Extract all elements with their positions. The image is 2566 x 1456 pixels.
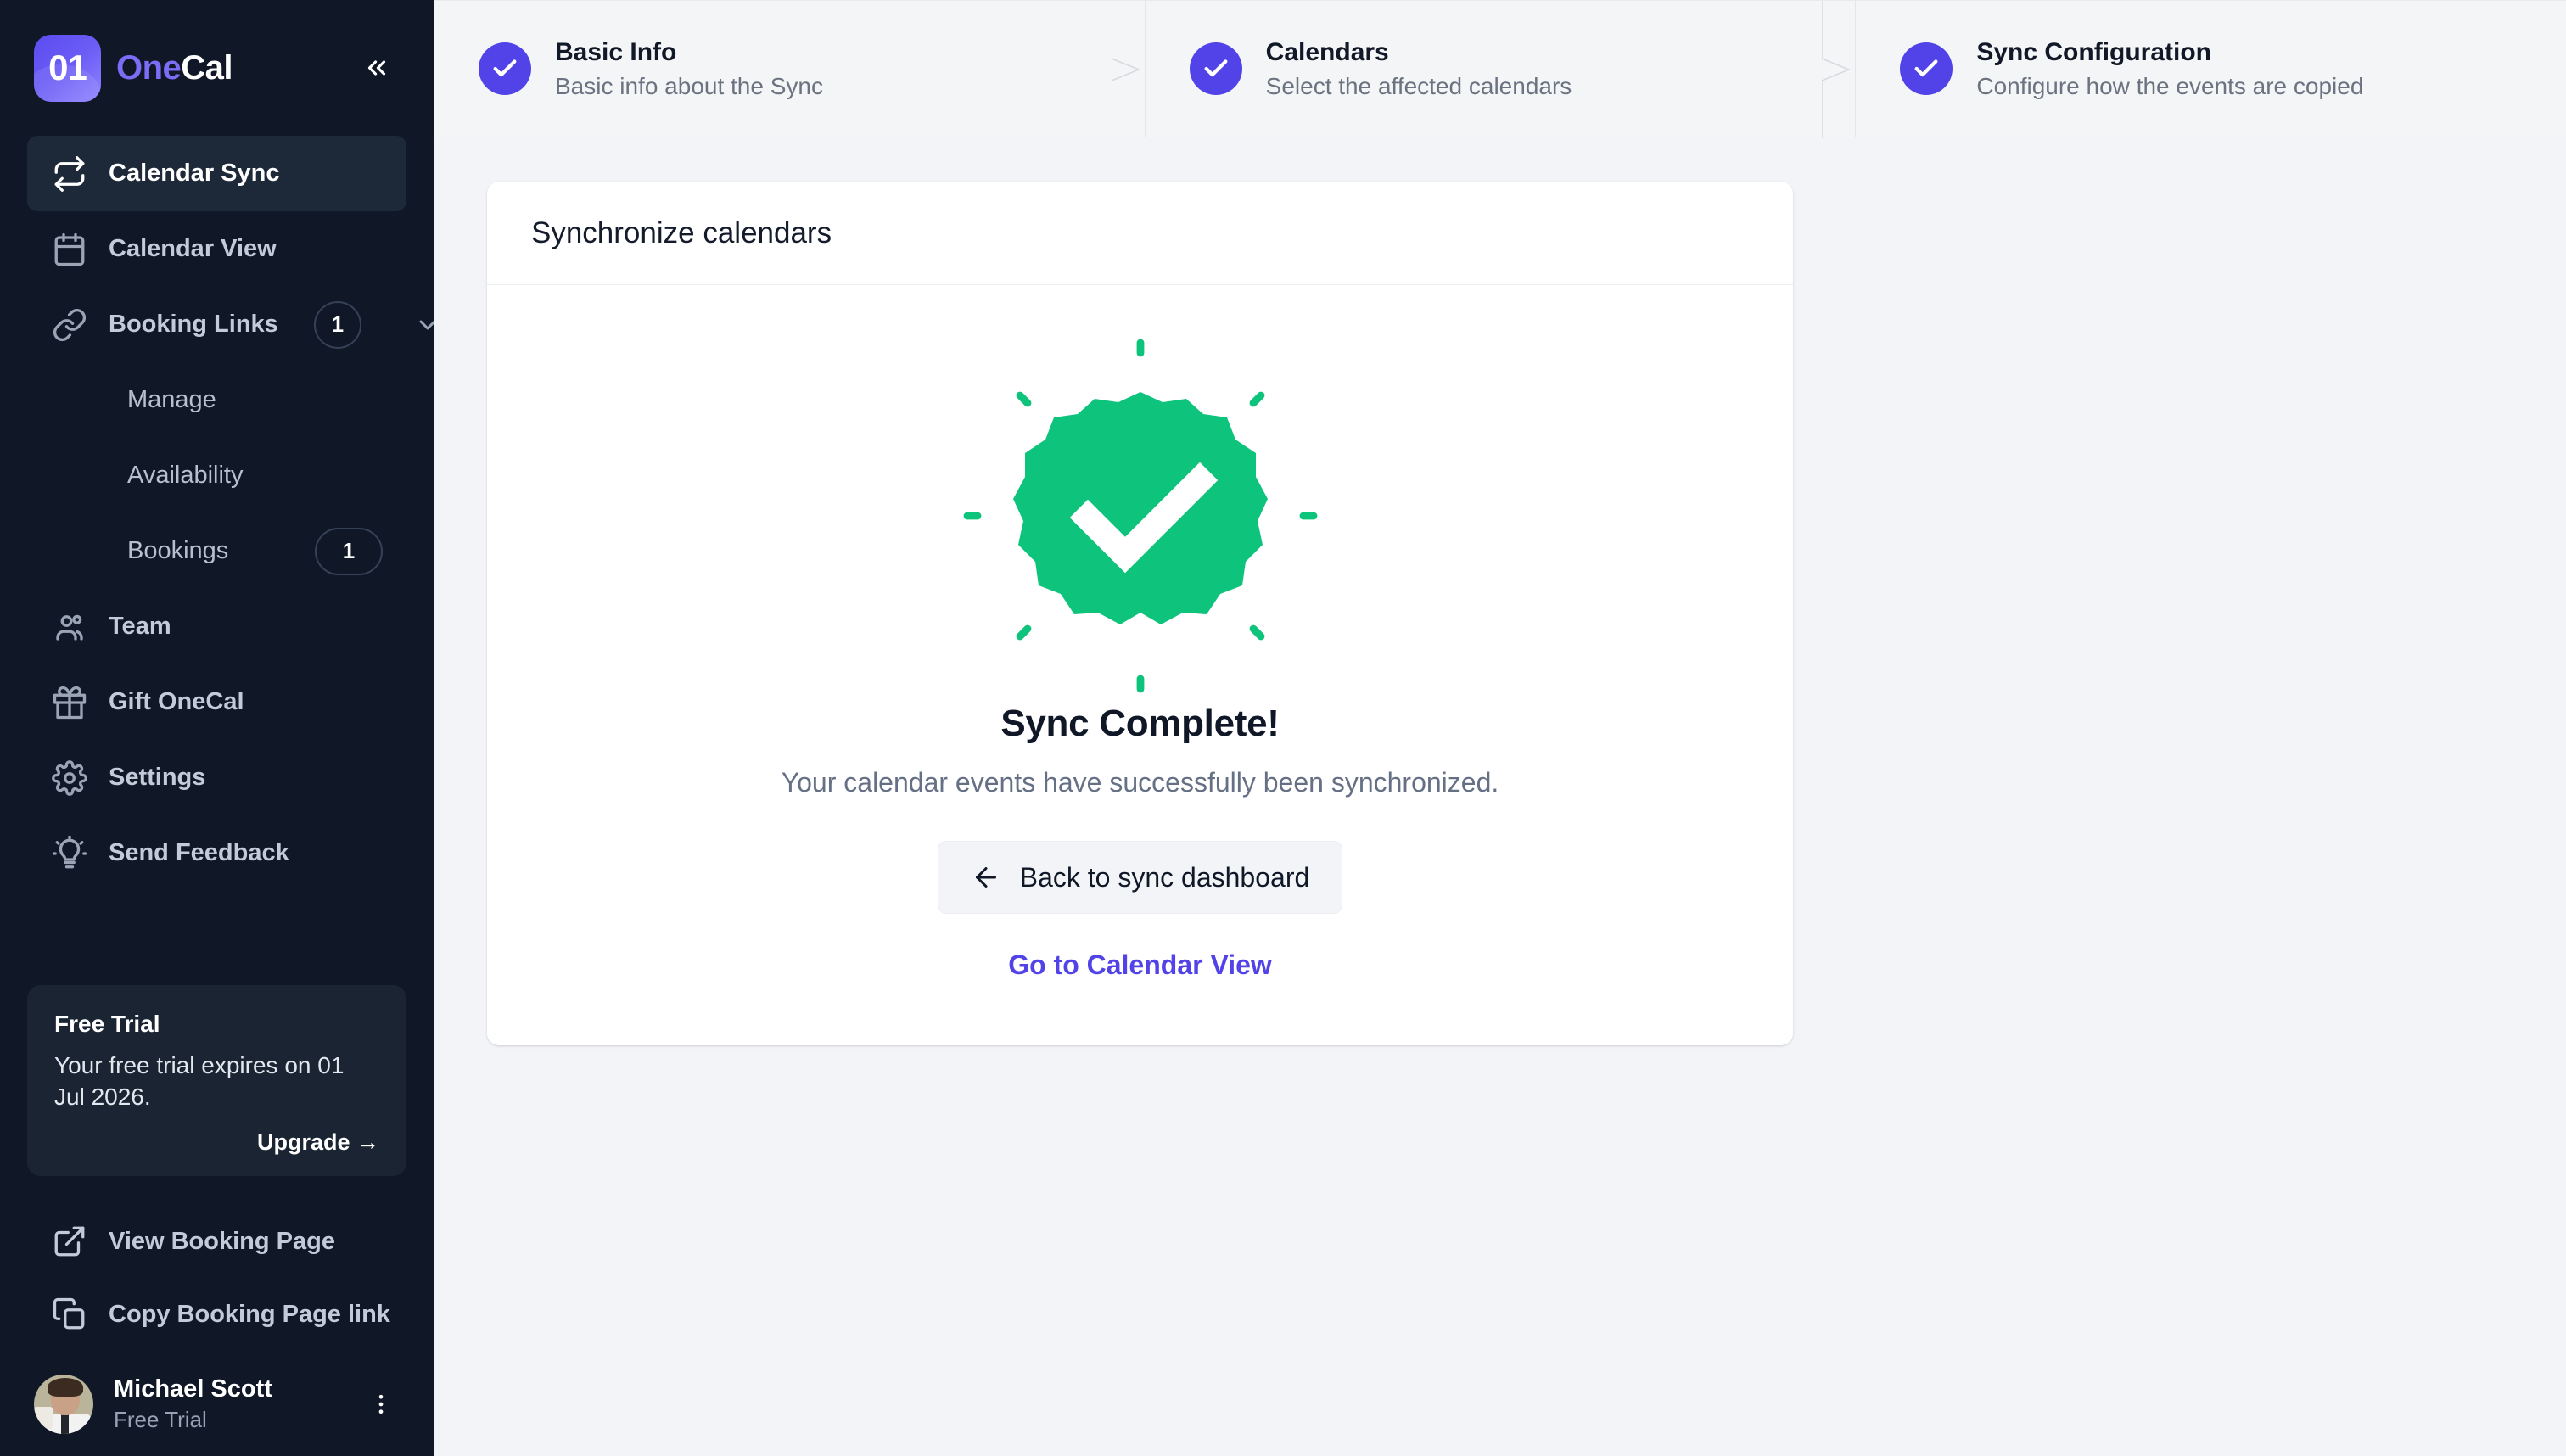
user-profile[interactable]: Michael Scott Free Trial bbox=[0, 1351, 434, 1456]
external-link-icon bbox=[51, 1223, 88, 1260]
sidebar-item-team[interactable]: Team bbox=[27, 589, 406, 664]
stepper-step-basic-info[interactable]: Basic Info Basic info about the Sync bbox=[434, 0, 1145, 138]
sidebar-item-label: Booking Links bbox=[109, 311, 278, 338]
free-trial-card: Free Trial Your free trial expires on 01… bbox=[27, 984, 406, 1176]
bookings-badge: 1 bbox=[315, 527, 383, 575]
sidebar-item-label: Manage bbox=[127, 386, 216, 413]
sidebar-item-settings[interactable]: Settings bbox=[27, 740, 406, 815]
success-badge-check-icon bbox=[962, 338, 1319, 694]
refresh-sync-icon bbox=[51, 155, 88, 193]
upgrade-link[interactable]: Upgrade → bbox=[54, 1129, 379, 1156]
avatar-hair bbox=[48, 1377, 83, 1397]
arrow-left-icon bbox=[971, 862, 1001, 893]
sidebar-item-label: Settings bbox=[109, 764, 206, 791]
lightbulb-icon bbox=[51, 835, 88, 872]
sidebar-item-gift-onecal[interactable]: Gift OneCal bbox=[27, 664, 406, 740]
stepper-step-title: Sync Configuration bbox=[1976, 37, 2212, 66]
logo-text: 01 bbox=[48, 48, 87, 87]
brand-name-part1: One bbox=[116, 48, 182, 87]
link-icon bbox=[51, 306, 88, 344]
main-content: Basic Info Basic info about the Sync Cal… bbox=[434, 0, 2566, 1456]
stepper-arrow-icon bbox=[1822, 1, 1852, 138]
stepper-step-sync-configuration[interactable]: Sync Configuration Configure how the eve… bbox=[1855, 0, 2566, 137]
app-root: 01 OneCal Calendar Sync Calendar View Bo… bbox=[0, 0, 2566, 1456]
user-meta: Michael Scott Free Trial bbox=[114, 1375, 272, 1433]
sidebar: 01 OneCal Calendar Sync Calendar View Bo… bbox=[0, 0, 436, 1456]
back-to-sync-dashboard-button[interactable]: Back to sync dashboard bbox=[937, 841, 1343, 914]
stepper-arrow-icon bbox=[1111, 1, 1140, 138]
card-body: Sync Complete! Your calendar events have… bbox=[487, 285, 1793, 1045]
copy-booking-page-link[interactable]: Copy Booking Page link bbox=[0, 1278, 434, 1351]
check-icon bbox=[1189, 42, 1242, 95]
avatar-tie bbox=[61, 1413, 69, 1434]
onecal-logo-icon: 01 bbox=[34, 34, 101, 102]
sidebar-item-label: Team bbox=[109, 613, 171, 640]
sidebar-item-send-feedback[interactable]: Send Feedback bbox=[27, 815, 406, 891]
sidebar-item-manage[interactable]: Manage bbox=[27, 362, 406, 438]
free-trial-title: Free Trial bbox=[54, 1010, 160, 1037]
user-name: Michael Scott bbox=[114, 1375, 272, 1403]
sync-complete-heading: Sync Complete! bbox=[1000, 703, 1280, 744]
sync-complete-message: Your calendar events have successfully b… bbox=[781, 767, 1499, 798]
sidebar-item-label: Bookings bbox=[127, 537, 229, 564]
stepper: Basic Info Basic info about the Sync Cal… bbox=[434, 0, 2566, 138]
stepper-step-text: Calendars Select the affected calendars bbox=[1266, 38, 1572, 100]
check-icon bbox=[479, 42, 531, 95]
gift-icon bbox=[51, 684, 88, 721]
sidebar-item-label: Calendar Sync bbox=[109, 160, 280, 187]
sidebar-link-label: Copy Booking Page link bbox=[109, 1300, 390, 1328]
view-booking-page-link[interactable]: View Booking Page bbox=[0, 1205, 434, 1278]
sidebar-item-availability[interactable]: Availability bbox=[27, 438, 406, 513]
brand-name-part2: Cal bbox=[181, 48, 233, 87]
stepper-step-subtitle: Basic info about the Sync bbox=[555, 72, 823, 99]
stepper-step-title: Basic Info bbox=[555, 37, 677, 66]
sidebar-item-calendar-view[interactable]: Calendar View bbox=[27, 211, 406, 287]
brand-name: OneCal bbox=[116, 49, 233, 87]
stepper-step-calendars[interactable]: Calendars Select the affected calendars bbox=[1144, 0, 1856, 138]
calendar-icon bbox=[51, 231, 88, 268]
users-icon bbox=[51, 608, 88, 646]
go-to-calendar-view-link[interactable]: Go to Calendar View bbox=[1008, 949, 1272, 981]
sidebar-header: 01 OneCal bbox=[0, 0, 434, 136]
sidebar-nav: Calendar Sync Calendar View Booking Link… bbox=[0, 136, 436, 891]
chevrons-left-icon[interactable] bbox=[354, 45, 400, 91]
booking-links-badge: 1 bbox=[313, 300, 361, 349]
stepper-step-subtitle: Configure how the events are copied bbox=[1976, 72, 2364, 99]
avatar-mug bbox=[34, 1406, 53, 1429]
sidebar-item-booking-links[interactable]: Booking Links 1 bbox=[27, 287, 436, 362]
page-title: Synchronize calendars bbox=[531, 216, 832, 249]
avatar bbox=[34, 1374, 93, 1434]
stepper-step-subtitle: Select the affected calendars bbox=[1265, 72, 1572, 99]
sidebar-item-calendar-sync[interactable]: Calendar Sync bbox=[27, 136, 406, 211]
check-icon bbox=[1900, 42, 1953, 95]
gear-icon bbox=[51, 759, 88, 797]
sidebar-item-label: Send Feedback bbox=[109, 839, 289, 866]
sidebar-link-label: View Booking Page bbox=[109, 1227, 335, 1255]
card-header: Synchronize calendars bbox=[487, 182, 1793, 285]
stepper-step-title: Calendars bbox=[1265, 37, 1389, 66]
brand[interactable]: 01 OneCal bbox=[34, 34, 233, 102]
copy-icon bbox=[51, 1296, 88, 1333]
sidebar-item-label: Availability bbox=[127, 462, 244, 489]
dots-vertical-icon[interactable] bbox=[362, 1386, 400, 1423]
content-area: Synchronize calendars Sync Complete! You… bbox=[434, 137, 2566, 1045]
user-plan: Free Trial bbox=[114, 1406, 207, 1432]
stepper-step-text: Basic Info Basic info about the Sync bbox=[555, 38, 823, 100]
free-trial-text: Your free trial expires on 01 Jul 2026. bbox=[54, 1051, 345, 1110]
synchronize-calendars-card: Synchronize calendars Sync Complete! You… bbox=[487, 182, 1793, 1045]
stepper-step-text: Sync Configuration Configure how the eve… bbox=[1976, 38, 2363, 100]
sidebar-item-label: Gift OneCal bbox=[109, 688, 244, 715]
sidebar-bottom: Free Trial Your free trial expires on 01… bbox=[0, 984, 434, 1456]
back-button-label: Back to sync dashboard bbox=[1019, 861, 1310, 893]
sidebar-item-label: Calendar View bbox=[109, 235, 277, 262]
sidebar-item-bookings[interactable]: Bookings 1 bbox=[27, 513, 406, 589]
